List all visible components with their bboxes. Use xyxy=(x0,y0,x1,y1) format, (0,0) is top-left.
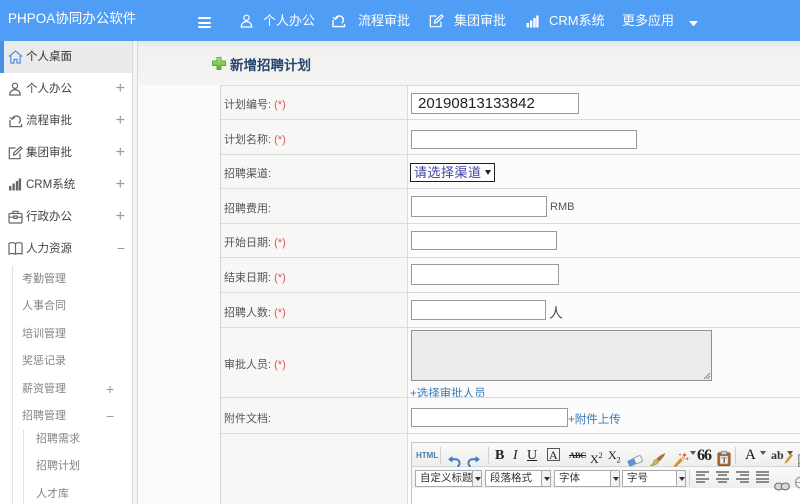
svg-text:T: T xyxy=(722,455,727,464)
